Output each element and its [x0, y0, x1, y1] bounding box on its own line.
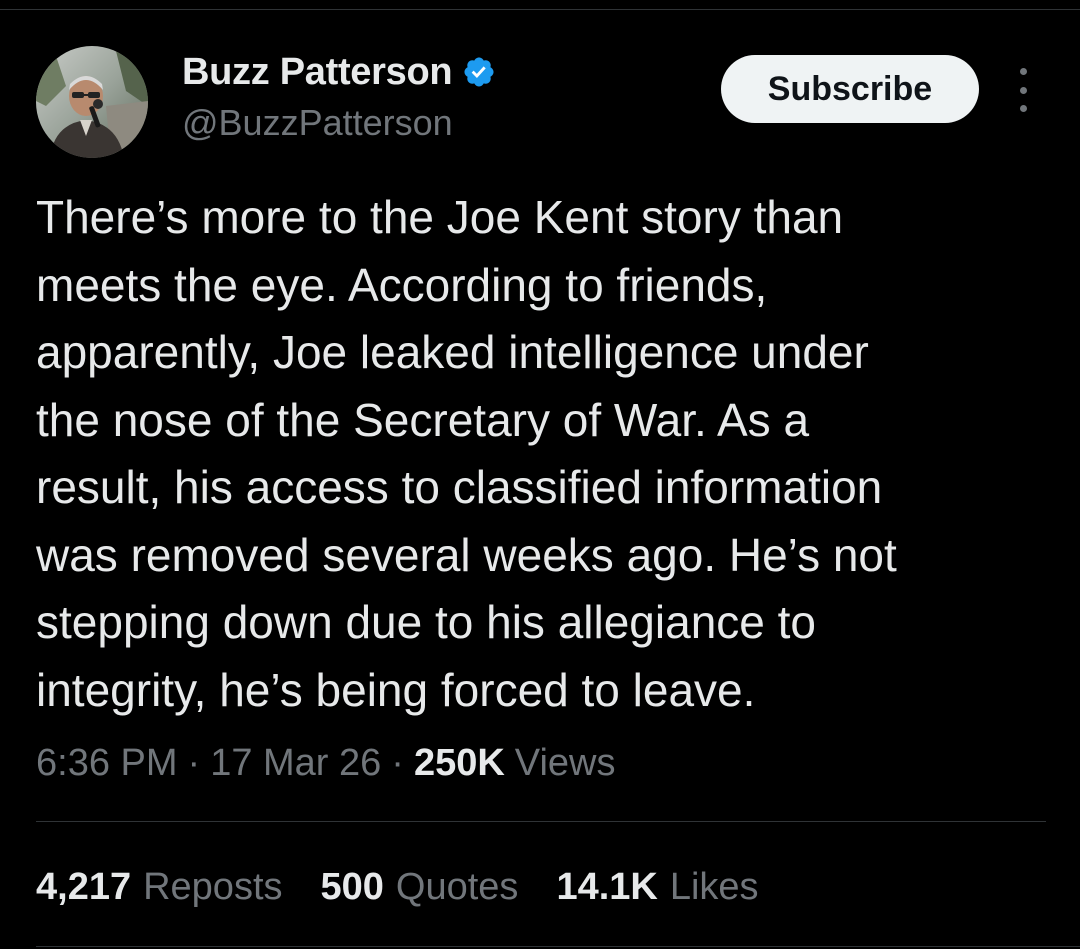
tweet-text-line: There’s more to the Joe Kent story than: [36, 191, 844, 243]
avatar-photo-icon: [36, 46, 148, 158]
author-name-row: Buzz Patterson: [182, 48, 496, 96]
tweet-text-line: result, his access to classified informa…: [36, 461, 883, 513]
stats-divider: [36, 821, 1046, 822]
top-divider: [0, 9, 1080, 10]
tweet-meta: 6:36 PM · 17 Mar 26 · 250K Views: [36, 738, 615, 788]
likes-stat[interactable]: 14.1K Likes: [556, 866, 758, 909]
meta-separator: ·: [187, 741, 201, 784]
quotes-label: Quotes: [395, 865, 519, 908]
more-options-icon[interactable]: [1008, 68, 1038, 112]
reposts-stat[interactable]: 4,217 Reposts: [36, 866, 283, 909]
tweet-text-line: stepping down due to his allegiance to: [36, 596, 817, 648]
author-handle[interactable]: @BuzzPatterson: [182, 102, 453, 144]
tweet-text-line: the nose of the Secretary of War. As a: [36, 393, 810, 446]
tweet-text-line: meets the eye. According to friends,: [36, 258, 768, 311]
views-label: Views: [514, 741, 616, 784]
more-dot: [1019, 68, 1027, 75]
tweet-date[interactable]: 17 Mar 26: [210, 742, 381, 785]
more-dot: [1019, 86, 1027, 94]
likes-label: Likes: [669, 865, 759, 908]
likes-count: 14.1K: [556, 865, 658, 908]
avatar[interactable]: [36, 46, 148, 158]
verified-badge-icon[interactable]: [462, 55, 496, 89]
quotes-count: 500: [320, 865, 384, 908]
tweet-text-line: integrity, he’s being forced to leave.: [36, 663, 756, 716]
bottom-divider: [36, 946, 1080, 947]
tweet-text-line: was removed several weeks ago. He’s not: [36, 528, 897, 581]
tweet-stats: 4,217 Reposts 500 Quotes 14.1K Likes: [36, 862, 797, 912]
more-dot: [1019, 105, 1027, 112]
subscribe-button[interactable]: Subscribe: [721, 55, 979, 123]
author-display-name[interactable]: Buzz Patterson: [182, 51, 453, 94]
meta-separator: ·: [391, 741, 404, 784]
tweet-text-line: apparently, Joe leaked intelligence unde…: [36, 326, 869, 378]
reposts-count: 4,217: [36, 865, 132, 908]
tweet-text: There’s more to the Joe Kent story than …: [36, 184, 1046, 724]
tweet-time[interactable]: 6:36 PM: [36, 742, 178, 785]
quotes-stat[interactable]: 500 Quotes: [321, 866, 519, 909]
views-count[interactable]: 250K: [414, 742, 505, 785]
reposts-label: Reposts: [143, 865, 283, 908]
